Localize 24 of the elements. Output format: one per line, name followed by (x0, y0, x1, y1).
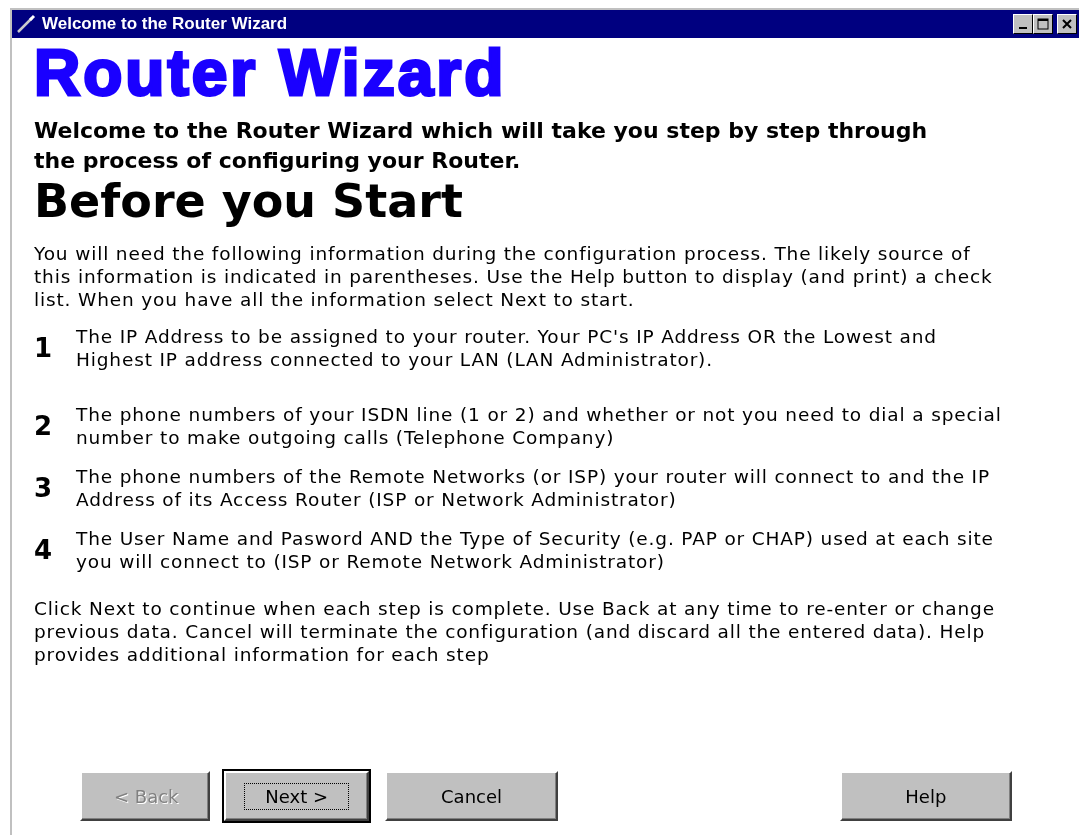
footer-note: Click Next to continue when each step is complete. Use Back at any time to re-enter or change previous data. Cancel will terminate the configuration (and discard all the entered data). Help provides additional information for each step (34, 597, 996, 667)
minimize-icon (1019, 27, 1027, 29)
maximize-icon (1037, 18, 1049, 30)
close-button[interactable] (1057, 14, 1077, 34)
step-number: 2 (34, 413, 54, 440)
step-text: The phone numbers of the Remote Networks (or ISP) your router will connect to and the IP Address of its Access Router (ISP or Network Administrator) (76, 465, 991, 512)
maximize-button[interactable] (1033, 14, 1053, 34)
step-number: 1 (34, 335, 54, 362)
close-icon (1062, 19, 1072, 29)
wizard-button[interactable]: Help (839, 771, 1012, 821)
step-number: 4 (34, 537, 54, 564)
step-text: The User Name and Pasword AND the Type of Security (e.g. PAP or CHAP) used at each site you will connect to (ISP or Remote Network Administrator) (76, 527, 995, 574)
intro-text: Welcome to the Router Wizard which will take you step by step through the process of configuring your Router. (34, 117, 929, 176)
wand-icon (16, 14, 36, 34)
section-title: Before you Start (34, 175, 464, 227)
step-text: The phone numbers of your ISDN line (1 or 2) and whether or not you need to dial a special number to make outgoing calls (Telephone Company) (76, 403, 1003, 450)
wizard-heading: Router Wizard (34, 38, 508, 109)
step-number: 3 (34, 475, 54, 502)
wizard-button[interactable]: Cancel (385, 771, 558, 821)
wizard-button[interactable]: Next > (224, 771, 370, 821)
description-text: You will need the following information during the configuration process. The likely source of this information is indicated in parentheses. Use the Help button to display (and print) a check list. When you have all the information select Next to start. (34, 242, 994, 312)
minimize-button[interactable] (1013, 14, 1033, 34)
step-text: The IP Address to be assigned to your router. Your PC's IP Address OR the Lowest and Highest IP address connected to your LAN (LAN Administrator). (76, 325, 938, 372)
window-title: Welcome to the Router Wizard (42, 13, 289, 36)
